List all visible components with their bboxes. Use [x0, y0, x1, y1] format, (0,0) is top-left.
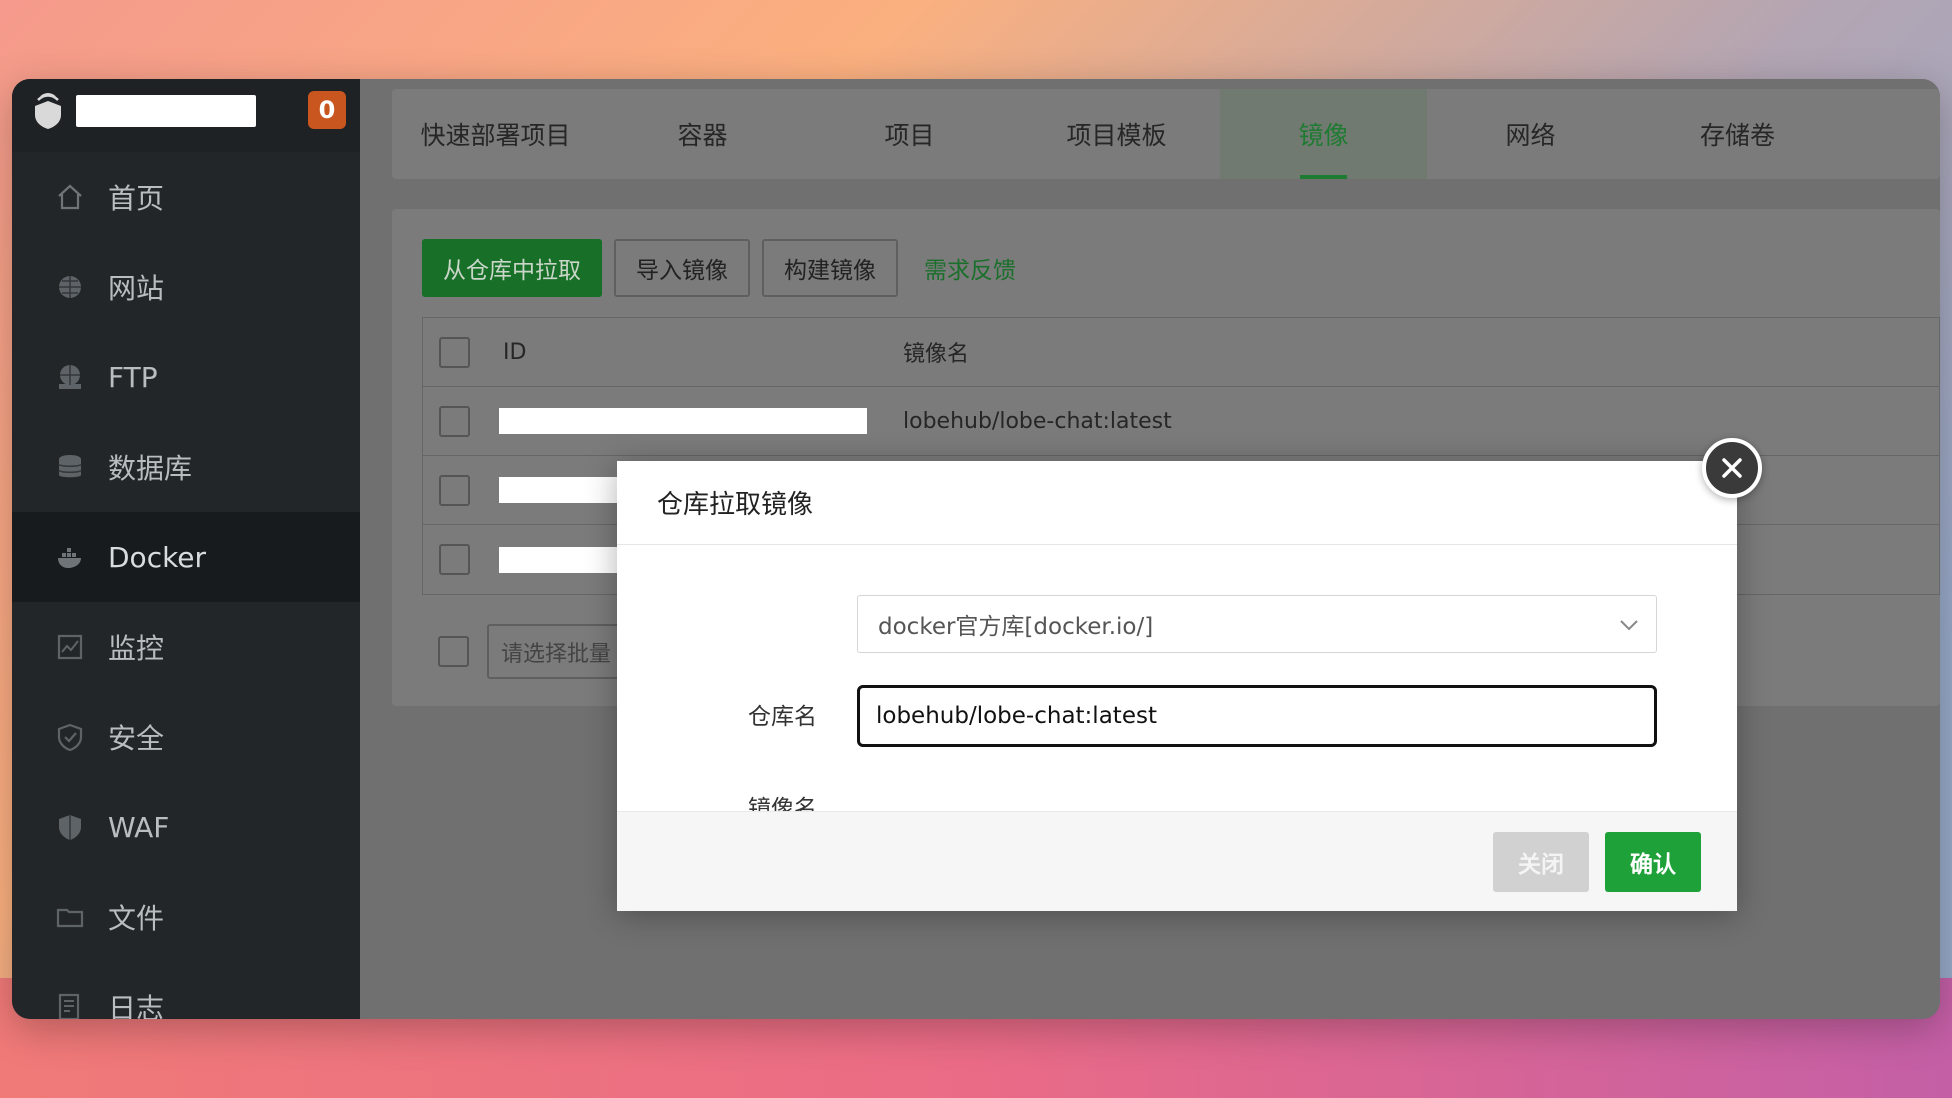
tab-containers[interactable]: 容器: [599, 89, 806, 179]
logo-icon: [30, 89, 66, 133]
folder-icon: [54, 901, 86, 933]
feedback-link[interactable]: 需求反馈: [910, 239, 1030, 297]
sidebar-item-label: 安全: [108, 717, 164, 757]
sidebar: 0 首页 网站 FTP 数据库 Docker: [12, 79, 360, 1019]
docker-tabs: 快速部署项目 容器 项目 项目模板 镜像 网络 存储卷: [392, 89, 1940, 179]
sidebar-item-files[interactable]: 文件: [12, 872, 360, 962]
monitor-icon: [54, 631, 86, 663]
sidebar-item-monitor[interactable]: 监控: [12, 602, 360, 692]
dialog-footer: 关闭 确认: [617, 811, 1737, 911]
chevron-down-icon: [1618, 614, 1640, 642]
tab-networks[interactable]: 网络: [1427, 89, 1634, 179]
sidebar-item-home[interactable]: 首页: [12, 152, 360, 242]
tab-images[interactable]: 镜像: [1220, 89, 1427, 179]
image-name-input-value: lobehub/lobe-chat:latest: [876, 703, 1157, 729]
sidebar-item-label: WAF: [108, 811, 169, 844]
column-header-id: ID: [503, 340, 526, 365]
tab-projects[interactable]: 项目: [806, 89, 1013, 179]
sidebar-item-security[interactable]: 安全: [12, 692, 360, 782]
pull-image-dialog: 仓库拉取镜像 仓库名 镜像名 docker官方库[docker.io/] lob…: [617, 461, 1737, 911]
database-icon: [54, 451, 86, 483]
sidebar-item-label: 数据库: [108, 447, 192, 487]
sidebar-item-label: 监控: [108, 627, 164, 667]
sidebar-item-logs[interactable]: 日志: [12, 962, 360, 1019]
close-icon[interactable]: [1702, 438, 1762, 498]
registry-select[interactable]: docker官方库[docker.io/]: [857, 595, 1657, 653]
sidebar-item-ftp[interactable]: FTP: [12, 332, 360, 422]
sidebar-item-website[interactable]: 网站: [12, 242, 360, 332]
row-checkbox[interactable]: [439, 406, 470, 437]
server-name-redacted: [76, 95, 256, 127]
globe-icon: [54, 271, 86, 303]
sidebar-item-waf[interactable]: WAF: [12, 782, 360, 872]
repo-label: 仓库名: [617, 697, 817, 731]
table-header-row: ID 镜像名: [423, 318, 1939, 387]
sidebar-item-database[interactable]: 数据库: [12, 422, 360, 512]
sidebar-item-label: 文件: [108, 897, 164, 937]
sidebar-item-label: Docker: [108, 541, 206, 574]
build-image-button[interactable]: 构建镜像: [762, 239, 898, 297]
tab-volumes[interactable]: 存储卷: [1634, 89, 1841, 179]
sidebar-item-label: FTP: [108, 361, 158, 394]
toolbar: 从仓库中拉取 导入镜像 构建镜像 需求反馈: [422, 239, 1030, 297]
sidebar-menu: 首页 网站 FTP 数据库 Docker 监控: [12, 152, 360, 1019]
row-checkbox[interactable]: [439, 475, 470, 506]
tab-project-templates[interactable]: 项目模板: [1013, 89, 1220, 179]
dialog-body: 仓库名 镜像名: [617, 545, 1737, 811]
sidebar-item-docker[interactable]: Docker: [12, 512, 360, 602]
image-name-input[interactable]: lobehub/lobe-chat:latest: [857, 685, 1657, 747]
tab-quick-deploy[interactable]: 快速部署项目: [392, 89, 599, 179]
sidebar-header: 0: [12, 79, 360, 152]
image-name-cell: lobehub/lobe-chat:latest: [903, 409, 1172, 434]
home-icon: [54, 181, 86, 213]
registry-select-value: docker官方库[docker.io/]: [878, 607, 1153, 641]
row-checkbox[interactable]: [439, 544, 470, 575]
redacted-id: [499, 408, 867, 434]
log-icon: [54, 991, 86, 1019]
column-header-image-name: 镜像名: [903, 336, 969, 368]
notification-badge[interactable]: 0: [308, 91, 346, 129]
sidebar-item-label: 网站: [108, 267, 164, 307]
close-button[interactable]: 关闭: [1493, 832, 1589, 892]
shield-check-icon: [54, 721, 86, 753]
select-all-checkbox[interactable]: [439, 337, 470, 368]
dialog-title: 仓库拉取镜像: [617, 461, 1737, 545]
bulk-select-all-checkbox[interactable]: [438, 636, 469, 667]
pull-from-registry-button[interactable]: 从仓库中拉取: [422, 239, 602, 297]
docker-icon: [54, 541, 86, 573]
sidebar-item-label: 首页: [108, 177, 164, 217]
confirm-button[interactable]: 确认: [1605, 832, 1701, 892]
waf-shield-icon: [54, 811, 86, 843]
sidebar-item-label: 日志: [108, 987, 164, 1019]
ftp-icon: [54, 361, 86, 393]
import-image-button[interactable]: 导入镜像: [614, 239, 750, 297]
